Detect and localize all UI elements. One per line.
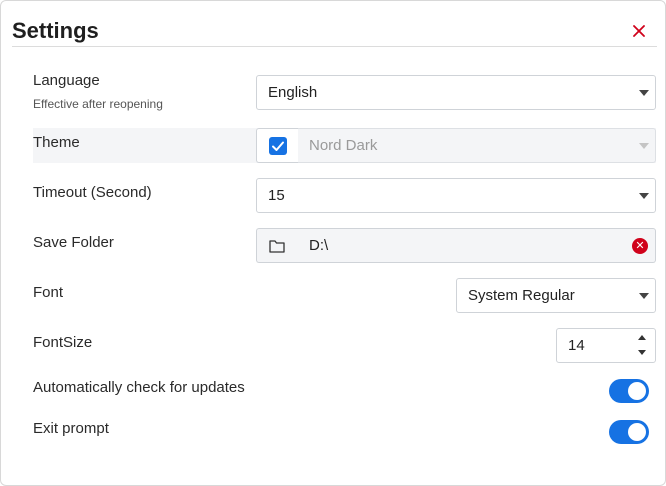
save-folder-label: Save Folder [33, 234, 114, 251]
toggle-knob [628, 423, 646, 441]
theme-checkbox[interactable] [269, 137, 287, 155]
timeout-select-value: 15 [268, 187, 285, 204]
exit-prompt-label: Exit prompt [33, 420, 109, 437]
font-label: Font [33, 284, 64, 301]
theme-checkbox-wrapper [256, 128, 298, 163]
theme-label: Theme [33, 134, 80, 151]
dialog-title: Settings [12, 18, 99, 43]
exit-prompt-toggle[interactable] [609, 420, 649, 444]
settings-dialog: Settings Language Effective after reopen… [0, 0, 666, 486]
chevron-down-icon [639, 193, 649, 199]
browse-folder-button[interactable] [256, 228, 298, 263]
font-size-label: FontSize [33, 334, 93, 351]
decrement-icon[interactable] [629, 346, 655, 362]
title-divider [12, 46, 657, 47]
theme-select: Nord Dark [298, 128, 656, 163]
language-select-value: English [268, 84, 318, 101]
chevron-down-icon [639, 143, 649, 149]
checkmark-icon [272, 141, 284, 151]
font-size-value: 14 [568, 337, 585, 354]
auto-update-toggle[interactable] [609, 379, 649, 403]
language-sublabel: Effective after reopening [33, 97, 163, 111]
language-label: Language [33, 72, 100, 89]
toggle-knob [628, 382, 646, 400]
timeout-label: Timeout (Second) [33, 184, 152, 201]
font-select-value: System Regular [468, 287, 575, 304]
auto-update-label: Automatically check for updates [33, 379, 245, 396]
close-button[interactable] [629, 20, 649, 42]
font-size-stepper[interactable]: 14 [556, 328, 656, 363]
increment-icon[interactable] [629, 329, 655, 345]
language-select[interactable]: English [256, 75, 656, 110]
theme-select-value: Nord Dark [309, 137, 378, 154]
timeout-select[interactable]: 15 [256, 178, 656, 213]
clear-icon[interactable]: ✕ [632, 238, 648, 254]
chevron-down-icon [639, 90, 649, 96]
close-icon [633, 25, 645, 37]
folder-icon [269, 240, 285, 253]
save-folder-input[interactable]: D:\ [298, 228, 656, 263]
chevron-down-icon [639, 293, 649, 299]
font-select[interactable]: System Regular [456, 278, 656, 313]
